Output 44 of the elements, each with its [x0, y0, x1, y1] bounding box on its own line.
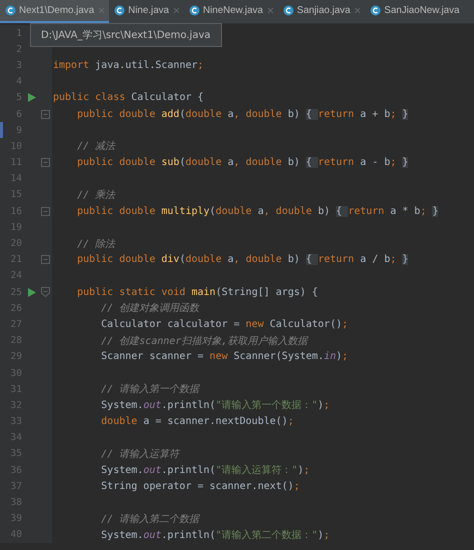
close-icon[interactable] — [353, 6, 362, 15]
code-line: // 减法 — [76, 140, 116, 154]
close-icon[interactable] — [172, 6, 181, 15]
class-icon — [189, 5, 200, 16]
code-line: public double div(double a, double b) { return a / b; } — [76, 254, 408, 266]
editor-tab[interactable]: SanJiaoNew.java — [365, 0, 462, 23]
fold-icon[interactable] — [40, 158, 50, 168]
code-line: // 请输入第一个数据 — [100, 382, 200, 396]
editor-tab[interactable]: Nine.java — [109, 0, 184, 23]
fold-icon[interactable] — [40, 110, 50, 119]
code-line: double a = scanner.nextDouble(); — [100, 416, 294, 428]
editor-tab[interactable]: Sanjiao.java — [278, 0, 366, 23]
code-line: public double sub(double a, double b) { return a - b; } — [76, 157, 408, 168]
code-line: Calculator calculator = new Calculator(); — [100, 318, 348, 330]
code-line: System.out.println("请输入第一个数据："); — [100, 398, 330, 412]
code-line: // 乘法 — [76, 188, 116, 202]
code-line: // 创建对象调用函数 — [100, 302, 200, 316]
fold-icon[interactable] — [40, 206, 50, 216]
editor-tab[interactable]: NineNew.java — [184, 0, 278, 23]
run-icon[interactable] — [28, 288, 36, 297]
code-line: // 除法 — [76, 238, 116, 251]
code-line: public double add(double a, double b) { return a + b; } — [76, 108, 408, 120]
editor-tab[interactable]: Next1\Demo.java — [0, 0, 110, 23]
class-icon — [114, 5, 126, 16]
code-line: // 创建scanner扫描对象,获取用户输入数据 — [100, 334, 308, 348]
fold-icon[interactable] — [40, 255, 50, 264]
code-line: System.out.println("请输入运算符："); — [100, 464, 310, 478]
code-line: // 请输入第二个数据 — [100, 512, 200, 526]
code-line: String operator = scanner.next(); — [100, 480, 300, 492]
code-line: import java.util.Scanner; — [52, 60, 204, 71]
class-icon — [370, 5, 382, 16]
code-line: public static void main(String[] args) { — [76, 286, 318, 298]
code-line: public class Calculator { — [52, 92, 204, 104]
close-icon[interactable] — [266, 6, 275, 15]
code-line: System.out.println("请输入第二个数据："); — [100, 528, 330, 542]
code-line: // 请输入运算符 — [100, 448, 180, 461]
code-line: Scanner scanner = new Scanner(System.in); — [100, 351, 348, 362]
class-icon — [5, 5, 16, 16]
run-icon[interactable] — [28, 93, 36, 102]
close-icon[interactable] — [97, 6, 106, 15]
file-path-tooltip: D:\JAVA_学习\src\Next1\Demo.java — [30, 23, 222, 47]
fold-icon[interactable] — [40, 287, 50, 298]
code-line: public double multiply(double a, double b) { return a * b; } — [76, 206, 438, 217]
class-icon — [282, 5, 294, 16]
